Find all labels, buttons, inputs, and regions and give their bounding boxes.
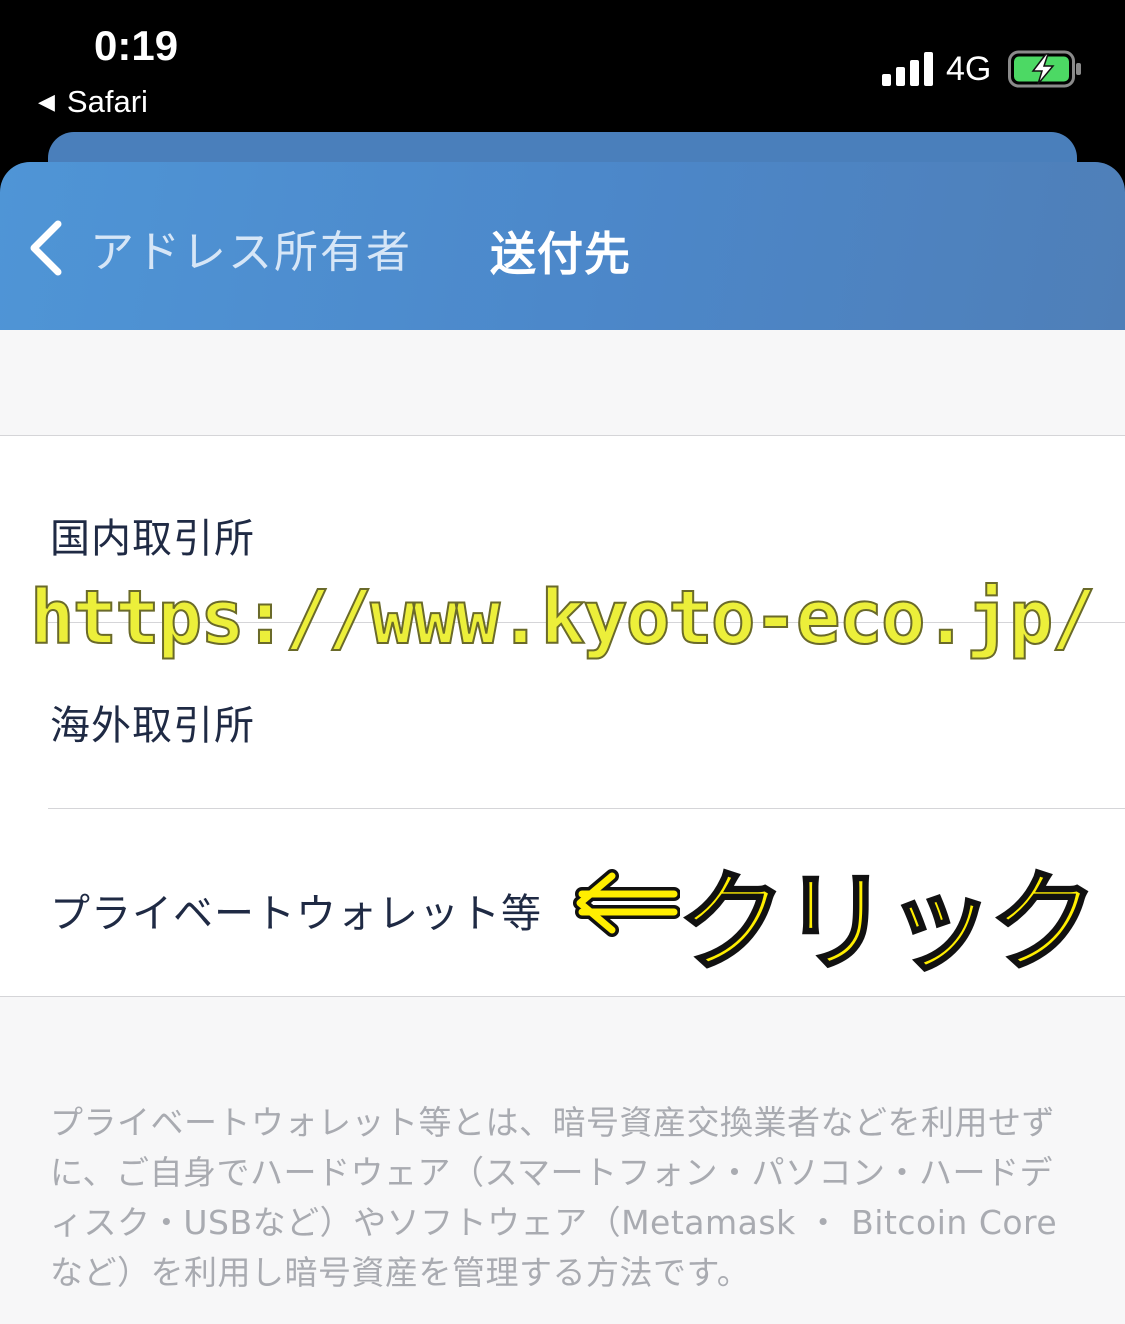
network-type: 4G <box>946 50 992 88</box>
nav-back-label: アドレス所有者 <box>90 227 412 278</box>
back-triangle-icon: ◀ <box>38 89 55 114</box>
navigation-bar: アドレス所有者 送付先 <box>0 162 1125 330</box>
phone-screen: 0:19 ◀ Safari 4G アドレス所有者 送付先 国内取引所 海外取引所… <box>0 0 1125 1324</box>
chevron-left-icon <box>30 220 62 276</box>
list-item-label: 国内取引所 <box>50 516 255 562</box>
left-arrow-icon <box>573 869 680 937</box>
list-item-label: 海外取引所 <box>50 703 255 749</box>
status-bar: 0:19 ◀ Safari 4G <box>0 0 1125 130</box>
signal-bars-icon <box>882 52 933 86</box>
battery-charging-icon <box>1008 50 1081 88</box>
footnote-text: プライベートウォレット等とは、暗号資産交換業者などを利用せずに、ご自身でハードウ… <box>50 1103 1058 1292</box>
click-annotation: クリック <box>676 860 1099 988</box>
status-time: 0:19 <box>94 22 179 69</box>
nav-back-button[interactable]: アドレス所有者 <box>26 218 412 278</box>
list-item-label: プライベートウォレット等 <box>50 891 542 937</box>
content-area: 国内取引所 海外取引所 プライベートウォレット等 プライベートウォレット等とは、… <box>0 330 1125 1324</box>
back-app-label: Safari <box>66 84 148 119</box>
back-to-app-link[interactable]: ◀ Safari <box>38 84 148 120</box>
page-title: 送付先 <box>490 227 631 281</box>
watermark-url: https://www.kyoto-eco.jp/ <box>29 574 1097 662</box>
